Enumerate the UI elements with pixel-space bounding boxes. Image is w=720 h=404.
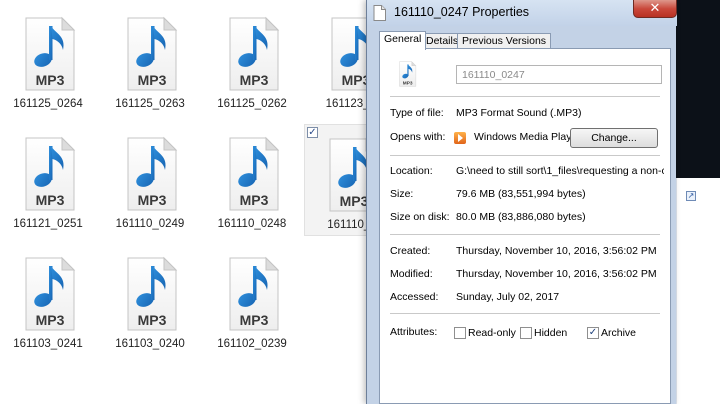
mp3-icon-label: MP3 xyxy=(340,193,369,209)
background-window-dark xyxy=(676,0,720,178)
read-only-label: Read-only xyxy=(468,327,516,339)
created-value: Thursday, November 10, 2016, 3:56:02 PM xyxy=(456,245,657,257)
hidden-label: Hidden xyxy=(534,327,568,339)
file-item[interactable]: MP3 161110_0248 xyxy=(204,128,300,240)
mp3-file-icon: MP3 xyxy=(127,256,178,331)
file-item[interactable]: MP3 161125_0264 xyxy=(0,8,96,120)
general-tab-panel: MP3 Type of file: MP3 Format Sound (.MP3… xyxy=(379,48,671,404)
file-name: 161125_0264 xyxy=(13,98,83,110)
file-item[interactable]: MP3 161103_0241 xyxy=(0,248,96,360)
external-link-icon[interactable]: ↗ xyxy=(686,191,696,201)
mp3-file-icon: MP3 xyxy=(127,16,178,91)
size-label: Size: xyxy=(390,188,414,200)
archive-label: Archive xyxy=(601,327,637,339)
mp3-icon-label: MP3 xyxy=(138,72,167,88)
mp3-file-icon: MP3 xyxy=(229,16,280,91)
mp3-file-icon: MP3 xyxy=(229,136,280,211)
mp3-icon-label: MP3 xyxy=(138,312,167,328)
file-name: 161102_0239 xyxy=(217,338,287,350)
file-name: 161110_0248 xyxy=(217,218,287,230)
file-name: 161125_0263 xyxy=(115,98,185,110)
dialog-title: 161110_0247 Properties xyxy=(394,5,530,19)
file-item[interactable]: MP3 161110_0249 xyxy=(102,128,198,240)
close-button[interactable]: ✕ xyxy=(633,0,677,18)
mp3-icon-label: MP3 xyxy=(36,192,65,208)
modified-label: Modified: xyxy=(390,268,433,280)
opens-with-label: Opens with: xyxy=(390,131,446,143)
opens-with-value: Windows Media Player xyxy=(474,131,581,143)
file-item[interactable]: MP3 161125_0262 xyxy=(204,8,300,120)
mp3-icon-label: MP3 xyxy=(36,72,65,88)
mp3-icon-label: MP3 xyxy=(36,312,65,328)
file-name: 161121_0251 xyxy=(13,218,83,230)
file-name: 161125_0262 xyxy=(217,98,287,110)
accessed-label: Accessed: xyxy=(390,291,439,303)
modified-value: Thursday, November 10, 2016, 3:56:02 PM xyxy=(456,268,657,280)
file-item[interactable]: MP3 161121_0251 xyxy=(0,128,96,240)
mp3-icon-label: MP3 xyxy=(403,81,413,87)
properties-dialog: 161110_0247 Properties ✕ General Details… xyxy=(366,0,677,404)
item-select-checkbox[interactable]: ✓ xyxy=(307,127,318,138)
size-on-disk-value: 80.0 MB (83,886,080 bytes) xyxy=(456,211,586,223)
dialog-titlebar[interactable]: 161110_0247 Properties ✕ xyxy=(367,0,677,26)
archive-checkbox[interactable]: ✓ xyxy=(587,327,599,339)
divider xyxy=(390,313,660,314)
type-of-file-label: Type of file: xyxy=(390,107,444,119)
created-label: Created: xyxy=(390,245,431,257)
divider xyxy=(390,155,660,156)
tab-previous-versions[interactable]: Previous Versions xyxy=(457,33,552,49)
file-name-field[interactable] xyxy=(456,65,662,84)
mp3-file-icon: MP3 xyxy=(25,136,76,211)
file-item[interactable]: MP3 161103_0240 xyxy=(102,248,198,360)
file-name: 161103_0241 xyxy=(13,338,83,350)
mp3-icon-label: MP3 xyxy=(240,72,269,88)
mp3-file-icon: MP3 xyxy=(399,61,417,87)
hidden-checkbox[interactable] xyxy=(520,327,532,339)
file-item[interactable]: MP3 161125_0263 xyxy=(102,8,198,120)
accessed-value: Sunday, July 02, 2017 xyxy=(456,291,560,303)
divider xyxy=(390,96,660,97)
location-label: Location: xyxy=(390,165,433,177)
change-button[interactable]: Change... xyxy=(570,128,658,148)
file-name: 161110_0249 xyxy=(115,218,185,230)
file-name: 161103_0240 xyxy=(115,338,185,350)
mp3-file-icon: MP3 xyxy=(25,256,76,331)
background-window-panel xyxy=(676,178,720,404)
attributes-label: Attributes: xyxy=(390,326,438,338)
type-of-file-value: MP3 Format Sound (.MP3) xyxy=(456,107,582,119)
document-icon xyxy=(373,5,386,21)
mp3-file-icon: MP3 xyxy=(25,16,76,91)
mp3-icon-label: MP3 xyxy=(240,192,269,208)
mp3-file-icon: MP3 xyxy=(127,136,178,211)
mp3-icon-label: MP3 xyxy=(240,312,269,328)
mp3-file-icon: MP3 xyxy=(229,256,280,331)
size-value: 79.6 MB (83,551,994 bytes) xyxy=(456,188,586,200)
tab-general[interactable]: General xyxy=(379,31,427,50)
file-item[interactable]: MP3 161102_0239 xyxy=(204,248,300,360)
location-value: G:\need to still sort\1_files\requesting… xyxy=(456,165,664,177)
read-only-checkbox[interactable] xyxy=(454,327,466,339)
mp3-icon-label: MP3 xyxy=(138,192,167,208)
divider xyxy=(390,234,660,235)
windows-media-player-icon xyxy=(454,132,466,144)
size-on-disk-label: Size on disk: xyxy=(390,211,450,223)
